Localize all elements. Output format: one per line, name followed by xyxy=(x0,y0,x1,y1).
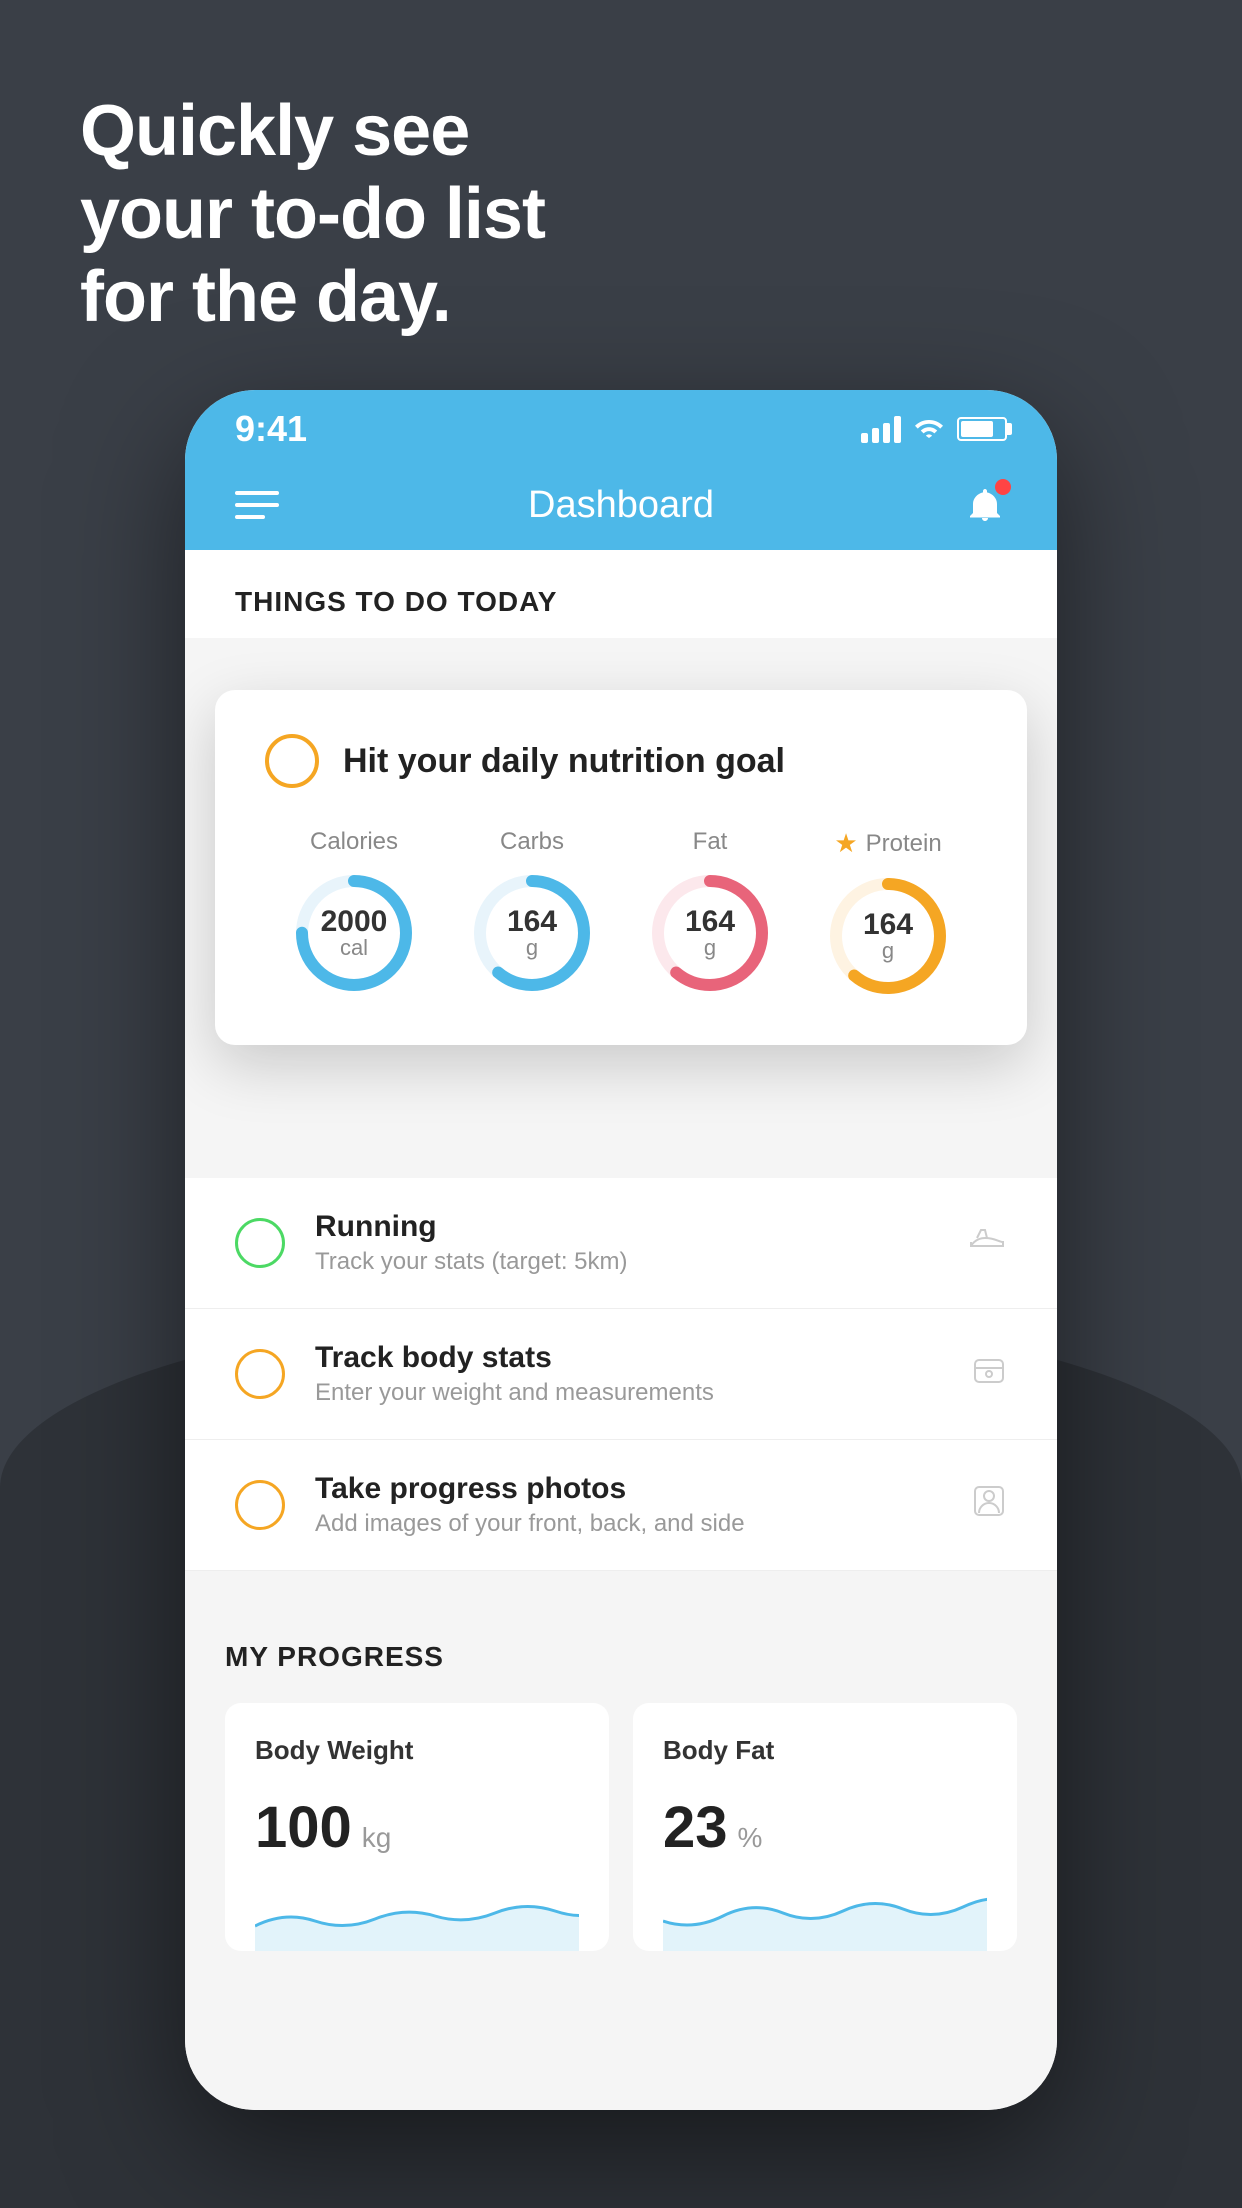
body-weight-value: 100 kg xyxy=(255,1794,579,1861)
todo-sub-photos: Add images of your front, back, and side xyxy=(315,1510,941,1538)
progress-title: MY PROGRESS xyxy=(225,1641,1017,1673)
notification-dot xyxy=(995,479,1011,495)
carbs-label: Carbs xyxy=(500,828,564,856)
body-weight-wave xyxy=(255,1881,579,1951)
progress-cards: Body Weight 100 kg Body Fat xyxy=(225,1703,1017,1951)
calories-label: Calories xyxy=(310,828,398,856)
protein-label-container: ★ Protein xyxy=(834,828,941,859)
fat-donut: 164 g xyxy=(645,868,775,998)
wifi-icon xyxy=(913,413,945,445)
carbs-donut: 164 g xyxy=(467,868,597,998)
nav-title: Dashboard xyxy=(528,484,714,527)
body-fat-unit: % xyxy=(738,1822,763,1854)
todo-circle-photos xyxy=(235,1480,285,1530)
todo-text-running: Running Track your stats (target: 5km) xyxy=(315,1210,937,1276)
todo-text-body-stats: Track body stats Enter your weight and m… xyxy=(315,1341,941,1407)
status-time: 9:41 xyxy=(235,408,307,450)
card-title: Hit your daily nutrition goal xyxy=(343,742,785,781)
star-icon: ★ xyxy=(834,828,857,859)
body-fat-card[interactable]: Body Fat 23 % xyxy=(633,1703,1017,1951)
todo-name-running: Running xyxy=(315,1210,937,1244)
todo-item-photos[interactable]: Take progress photos Add images of your … xyxy=(185,1440,1057,1571)
todo-item-running[interactable]: Running Track your stats (target: 5km) xyxy=(185,1178,1057,1309)
todo-circle-running xyxy=(235,1218,285,1268)
body-weight-card[interactable]: Body Weight 100 kg xyxy=(225,1703,609,1951)
battery-icon xyxy=(957,417,1007,441)
status-bar: 9:41 xyxy=(185,390,1057,460)
notification-button[interactable] xyxy=(963,483,1007,527)
todo-text-photos: Take progress photos Add images of your … xyxy=(315,1472,941,1538)
todo-sub-running: Track your stats (target: 5km) xyxy=(315,1248,937,1276)
scale-icon xyxy=(971,1352,1007,1396)
section-header: THINGS TO DO TODAY xyxy=(185,550,1057,638)
body-weight-num: 100 xyxy=(255,1794,352,1861)
todo-name-photos: Take progress photos xyxy=(315,1472,941,1506)
status-icons xyxy=(861,413,1007,445)
todo-item-body-stats[interactable]: Track body stats Enter your weight and m… xyxy=(185,1309,1057,1440)
protein-ring: ★ Protein 164 g xyxy=(823,828,953,1001)
nav-bar: Dashboard xyxy=(185,460,1057,550)
todo-check-circle[interactable] xyxy=(265,734,319,788)
body-weight-title: Body Weight xyxy=(255,1735,579,1766)
todo-name-body-stats: Track body stats xyxy=(315,1341,941,1375)
protein-label: Protein xyxy=(866,830,942,858)
fat-label: Fat xyxy=(693,828,728,856)
headline: Quickly see your to-do list for the day. xyxy=(80,90,545,338)
menu-button[interactable] xyxy=(235,491,279,519)
todo-circle-body-stats xyxy=(235,1349,285,1399)
protein-donut: 164 g xyxy=(823,871,953,1001)
shoe-icon xyxy=(967,1224,1007,1262)
carbs-ring: Carbs 164 g xyxy=(467,828,597,998)
section-title: THINGS TO DO TODAY xyxy=(235,586,557,617)
calories-donut: 2000 cal xyxy=(289,868,419,998)
phone-content: THINGS TO DO TODAY Hit your daily nutrit… xyxy=(185,550,1057,2110)
nutrition-card[interactable]: Hit your daily nutrition goal Calories 2… xyxy=(215,690,1027,1045)
body-fat-num: 23 xyxy=(663,1794,728,1861)
fat-ring: Fat 164 g xyxy=(645,828,775,998)
calories-ring: Calories 2000 cal xyxy=(289,828,419,998)
phone-mockup: 9:41 Dashboard xyxy=(185,390,1057,2110)
card-header: Hit your daily nutrition goal xyxy=(265,734,977,788)
todo-list: Running Track your stats (target: 5km) T… xyxy=(185,1178,1057,1571)
person-icon xyxy=(971,1483,1007,1527)
nutrition-rings: Calories 2000 cal Carbs xyxy=(265,828,977,1001)
todo-sub-body-stats: Enter your weight and measurements xyxy=(315,1379,941,1407)
body-fat-value: 23 % xyxy=(663,1794,987,1861)
body-fat-title: Body Fat xyxy=(663,1735,987,1766)
signal-icon xyxy=(861,415,901,443)
body-fat-wave xyxy=(663,1881,987,1951)
body-weight-unit: kg xyxy=(362,1822,392,1854)
progress-section: MY PROGRESS Body Weight 100 kg xyxy=(185,1591,1057,1951)
